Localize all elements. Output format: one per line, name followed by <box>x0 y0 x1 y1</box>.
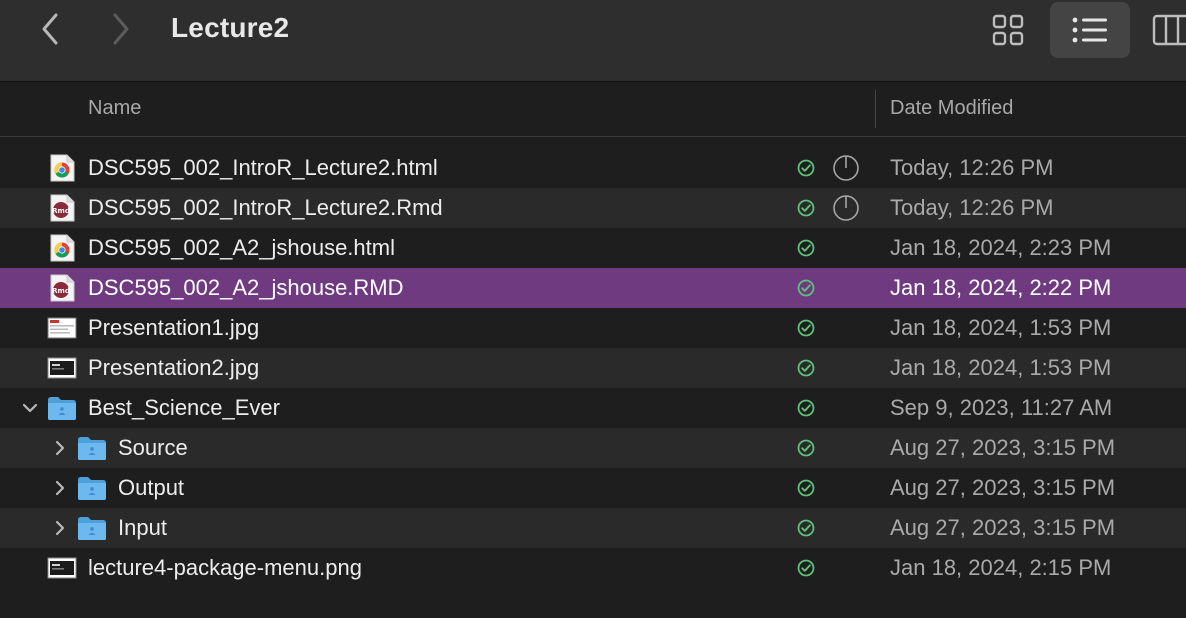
image-light-icon <box>47 314 77 342</box>
column-header-bar: Name Date Modified <box>0 83 1186 137</box>
column-view-icon <box>1152 14 1186 46</box>
synced-check-icon <box>797 279 815 297</box>
synced-check-icon <box>797 319 815 337</box>
synced-check-icon <box>797 559 815 577</box>
date-modified: Sep 9, 2023, 11:27 AM <box>890 395 1113 420</box>
file-list: DSC595_002_IntroR_Lecture2.html Today, 12… <box>0 148 1186 588</box>
rmd-file-icon <box>47 274 77 302</box>
file-name: Output <box>118 475 185 500</box>
synced-check-icon <box>797 519 815 537</box>
column-divider[interactable] <box>875 90 876 128</box>
list-view-icon <box>1072 17 1107 43</box>
column-header-date-modified[interactable]: Date Modified <box>890 97 1013 120</box>
file-row[interactable]: DSC595_002_IntroR_Lecture2.html Today, 12… <box>0 148 1186 188</box>
chevron-right-icon[interactable] <box>50 437 70 459</box>
chevron-down-icon[interactable] <box>20 397 40 419</box>
date-modified: Jan 18, 2024, 2:23 PM <box>890 235 1112 260</box>
folder-icon <box>77 514 107 542</box>
column-view-button[interactable] <box>1150 2 1186 58</box>
date-modified: Jan 18, 2024, 1:53 PM <box>890 355 1112 380</box>
date-modified: Aug 27, 2023, 3:15 PM <box>890 515 1116 540</box>
file-name: DSC595_002_IntroR_Lecture2.html <box>88 155 438 180</box>
icon-view-button[interactable] <box>980 2 1036 58</box>
synced-check-icon <box>797 439 815 457</box>
synced-check-icon <box>797 239 815 257</box>
file-name: Source <box>118 435 188 460</box>
image-dark-icon <box>47 354 77 382</box>
file-name: Best_Science_Ever <box>88 395 280 420</box>
date-modified: Today, 12:26 PM <box>890 155 1054 180</box>
synced-check-icon <box>797 479 815 497</box>
file-name: Input <box>118 515 167 540</box>
column-header-name[interactable]: Name <box>88 97 141 120</box>
date-modified: Today, 12:26 PM <box>890 195 1054 220</box>
sync-pending-icon <box>833 155 859 181</box>
file-name: Presentation2.jpg <box>88 355 260 380</box>
file-row[interactable]: DSC595_002_A2_jshouse.RMD Jan 18, 2024, 2… <box>0 268 1186 308</box>
file-row[interactable]: Input Aug 27, 2023, 3:15 PM <box>0 508 1186 548</box>
file-name: DSC595_002_A2_jshouse.html <box>88 235 395 260</box>
rmd-file-icon <box>47 194 77 222</box>
file-name: lecture4-package-menu.png <box>88 555 362 580</box>
toolbar: Lecture2 <box>0 0 1186 82</box>
chevron-right-icon[interactable] <box>50 517 70 539</box>
image-dark-icon <box>47 554 77 582</box>
file-row[interactable]: Best_Science_Ever Sep 9, 2023, 11:27 AM <box>0 388 1186 428</box>
synced-check-icon <box>797 399 815 417</box>
file-row[interactable]: lecture4-package-menu.png Jan 18, 2024, 2… <box>0 548 1186 588</box>
file-row[interactable]: DSC595_002_A2_jshouse.html Jan 18, 2024, … <box>0 228 1186 268</box>
date-modified: Jan 18, 2024, 1:53 PM <box>890 315 1112 340</box>
window-title: Lecture2 <box>171 12 290 43</box>
file-name: Presentation1.jpg <box>88 315 260 340</box>
folder-icon <box>77 474 107 502</box>
synced-check-icon <box>797 199 815 217</box>
back-button[interactable] <box>30 10 70 48</box>
synced-check-icon <box>797 159 815 177</box>
chevron-right-icon[interactable] <box>50 477 70 499</box>
file-name: DSC595_002_IntroR_Lecture2.Rmd <box>88 195 443 220</box>
date-modified: Aug 27, 2023, 3:15 PM <box>890 435 1116 460</box>
file-row[interactable]: Presentation1.jpg Jan 18, 2024, 1:53 PM <box>0 308 1186 348</box>
file-name: DSC595_002_A2_jshouse.RMD <box>88 275 404 300</box>
list-view-button[interactable] <box>1050 2 1130 58</box>
file-row[interactable]: Presentation2.jpg Jan 18, 2024, 1:53 PM <box>0 348 1186 388</box>
forward-icon <box>113 13 129 45</box>
file-row[interactable]: Source Aug 27, 2023, 3:15 PM <box>0 428 1186 468</box>
date-modified: Aug 27, 2023, 3:15 PM <box>890 475 1116 500</box>
icon-view-icon <box>992 14 1024 46</box>
forward-button[interactable] <box>101 10 141 48</box>
folder-icon <box>77 434 107 462</box>
folder-icon <box>47 394 77 422</box>
back-icon <box>42 13 58 45</box>
synced-check-icon <box>797 359 815 377</box>
file-row[interactable]: DSC595_002_IntroR_Lecture2.Rmd Today, 12:… <box>0 188 1186 228</box>
date-modified: Jan 18, 2024, 2:15 PM <box>890 555 1112 580</box>
sync-pending-icon <box>833 195 859 221</box>
chrome-html-icon <box>47 154 77 182</box>
file-row[interactable]: Output Aug 27, 2023, 3:15 PM <box>0 468 1186 508</box>
date-modified: Jan 18, 2024, 2:22 PM <box>890 275 1112 300</box>
chrome-html-icon <box>47 234 77 262</box>
